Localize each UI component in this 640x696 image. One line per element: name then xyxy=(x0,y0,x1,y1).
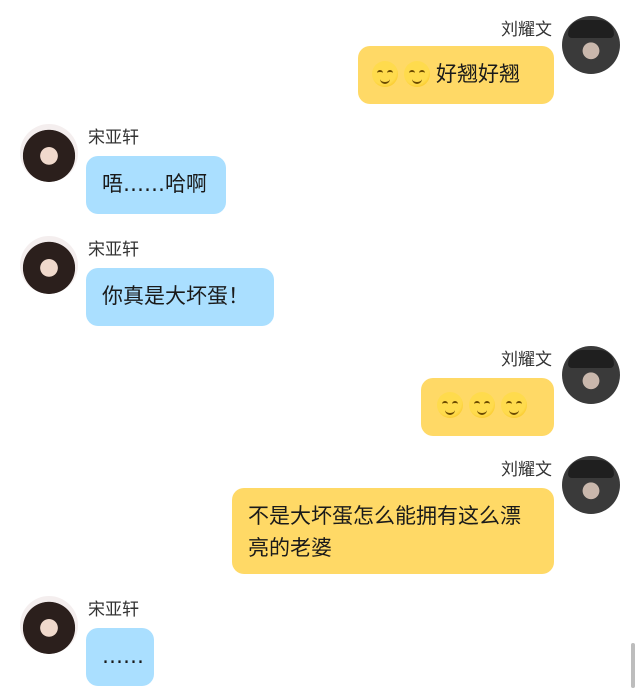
avatar-song-yaxuan[interactable] xyxy=(20,596,78,654)
emoji-row xyxy=(437,392,527,418)
message-bubble[interactable]: 不是大坏蛋怎么能拥有这么漂亮的老婆 xyxy=(232,488,554,574)
avatar-liu-yaowen[interactable] xyxy=(562,16,620,74)
drooling-face-emoji xyxy=(469,392,495,418)
avatar-song-yaxuan[interactable] xyxy=(20,124,78,182)
sender-name: 刘耀文 xyxy=(501,20,552,40)
sender-name: 宋亚轩 xyxy=(88,600,139,620)
scrollbar[interactable] xyxy=(631,643,635,688)
message-text: 你真是大坏蛋！ xyxy=(102,284,249,308)
avatar-song-yaxuan[interactable] xyxy=(20,236,78,294)
message-text: 好翘好翘 xyxy=(436,62,520,86)
drooling-face-emoji xyxy=(437,392,463,418)
sender-name: 宋亚轩 xyxy=(88,128,139,148)
emoji-row: 好翘好翘 xyxy=(372,58,520,90)
message-text: 唔……哈啊 xyxy=(102,172,207,196)
message-bubble[interactable]: 唔……哈啊 xyxy=(86,156,226,214)
message-text: …… xyxy=(102,644,144,668)
drooling-face-emoji xyxy=(501,392,527,418)
message-bubble[interactable]: …… xyxy=(86,628,154,686)
sender-name: 宋亚轩 xyxy=(88,240,139,260)
chat-window: 刘耀文 好翘好翘 宋亚轩 唔……哈啊 宋亚轩 你真是大坏蛋！ 刘耀文 刘耀文 不… xyxy=(0,0,640,696)
sender-name: 刘耀文 xyxy=(501,350,552,370)
avatar-liu-yaowen[interactable] xyxy=(562,456,620,514)
message-bubble[interactable]: 你真是大坏蛋！ xyxy=(86,268,274,326)
avatar-liu-yaowen[interactable] xyxy=(562,346,620,404)
message-bubble[interactable] xyxy=(421,378,554,436)
hand-over-mouth-emoji xyxy=(372,61,398,87)
sender-name: 刘耀文 xyxy=(501,460,552,480)
message-bubble[interactable]: 好翘好翘 xyxy=(358,46,554,104)
hand-over-mouth-emoji xyxy=(404,61,430,87)
message-text: 不是大坏蛋怎么能拥有这么漂亮的老婆 xyxy=(248,504,521,560)
